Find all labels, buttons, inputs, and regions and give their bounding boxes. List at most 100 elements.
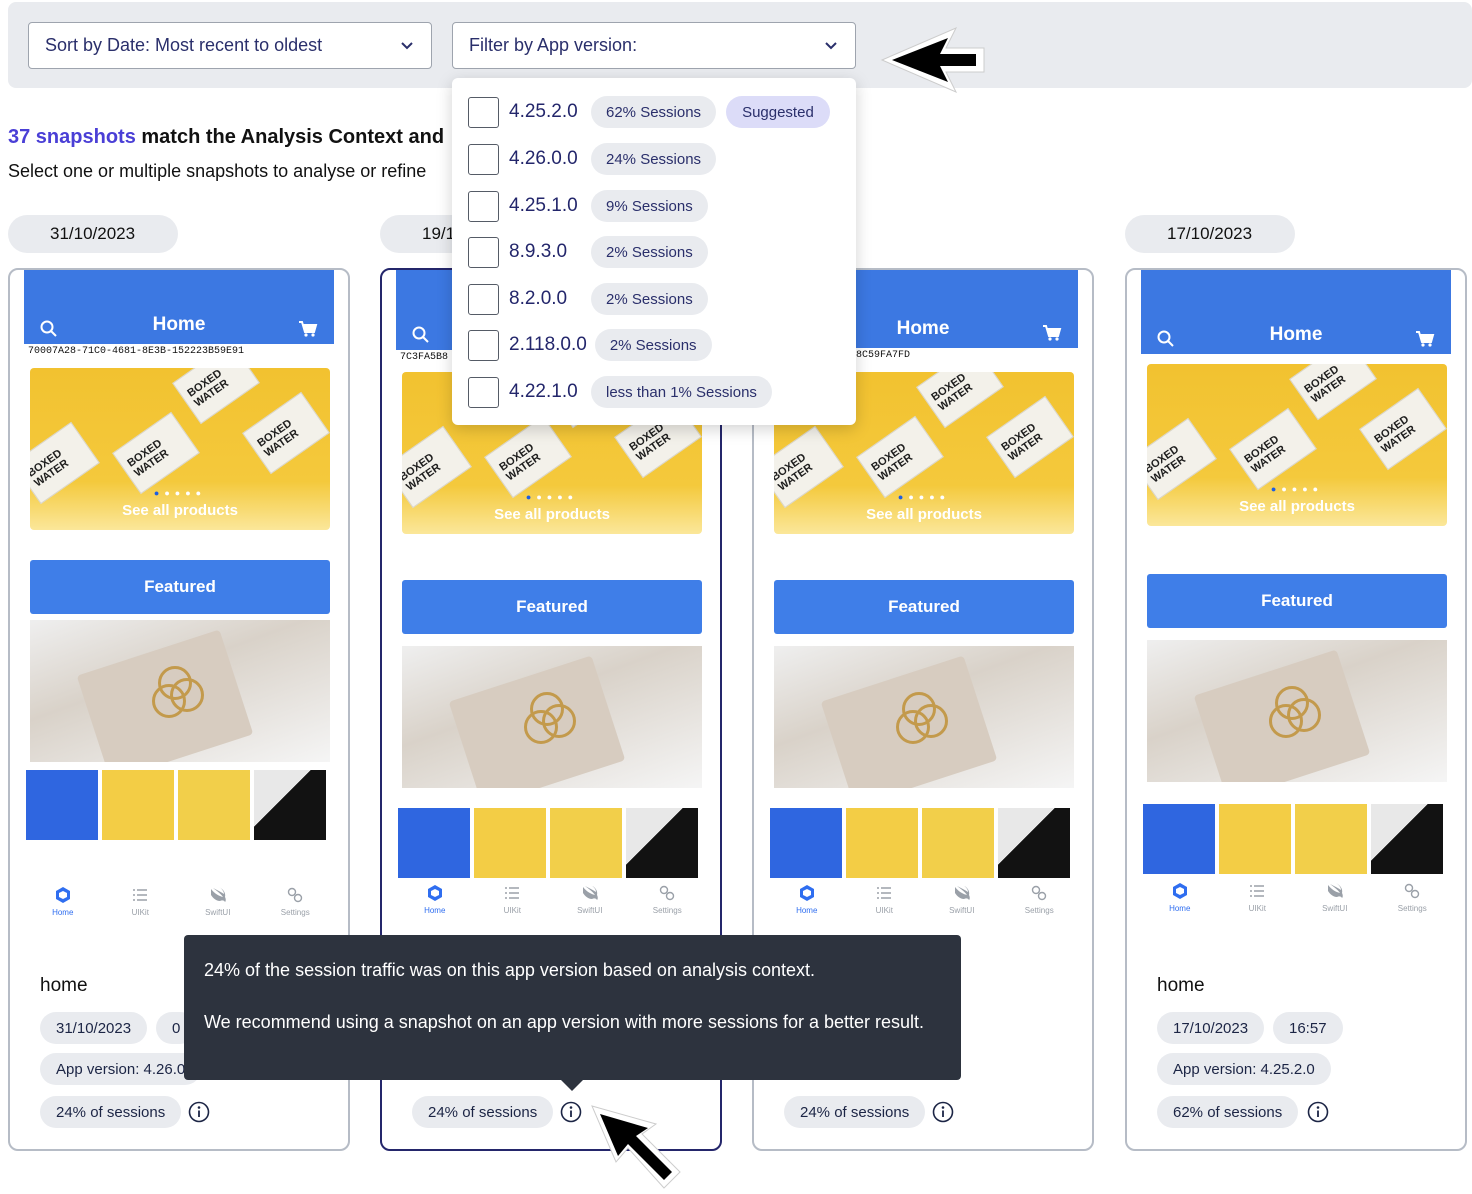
settings-gear-icon (660, 885, 675, 901)
uikit-tab-icon (877, 887, 892, 899)
option-sessions-badge: 24% Sessions (591, 143, 717, 175)
option-checkbox[interactable] (468, 96, 499, 128)
product-thumbnails (26, 770, 336, 840)
swiftui-tab-icon (954, 885, 970, 900)
app-version-option[interactable]: 2.118.0.0 2% Sessions (468, 329, 712, 361)
product-thumbnail (922, 808, 994, 878)
see-all-products-link[interactable]: See all products (774, 506, 1074, 523)
product-thumbnail (1143, 804, 1215, 874)
carton-label: BOXED WATER (929, 372, 975, 414)
option-sessions-badge: less than 1% Sessions (591, 376, 772, 408)
app-tab-label: Home (424, 906, 446, 915)
option-checkbox[interactable] (468, 329, 499, 361)
snapshot-card[interactable]: Home BOXED WATER BOXED WATER BOXED WATER BOX… (1125, 268, 1467, 1151)
app-header: Home (24, 270, 334, 344)
product-thumbnail (178, 770, 250, 840)
app-version-option[interactable]: 4.25.1.0 9% Sessions (468, 190, 708, 222)
carousel-dots: ●●●●● (525, 492, 579, 502)
app-version-option[interactable]: 8.9.3.0 2% Sessions (468, 236, 708, 268)
option-checkbox[interactable] (468, 143, 499, 175)
option-checkbox[interactable] (468, 190, 499, 222)
chevron-down-icon (401, 42, 413, 50)
app-tab-settings: Settings (629, 880, 707, 940)
app-version-option[interactable]: 4.26.0.0 24% Sessions (468, 143, 717, 175)
option-checkbox[interactable] (468, 236, 499, 268)
featured-banner: Featured (402, 580, 702, 634)
app-tab-label: SwiftUI (949, 906, 975, 915)
product-thumbnails (398, 808, 708, 878)
product-carton: BOXED WATER (916, 372, 1004, 429)
app-version-option[interactable]: 4.25.2.0 62% Sessions Suggested (468, 96, 830, 128)
tab-icon-wrap (102, 882, 180, 908)
option-version: 4.26.0.0 (509, 148, 578, 169)
app-header-title: Home (1269, 324, 1323, 345)
tab-icon-wrap (1219, 878, 1297, 904)
uikit-tab-icon (505, 887, 520, 899)
option-sessions-badge: 2% Sessions (591, 283, 708, 315)
app-version-option[interactable]: 8.2.0.0 2% Sessions (468, 283, 708, 315)
option-sessions-badge: 2% Sessions (591, 236, 708, 268)
app-tab-label: Settings (280, 908, 310, 917)
tooltip-line-2: We recommend using a snapshot on an app … (204, 1012, 925, 1032)
option-version: 4.22.1.0 (509, 381, 578, 402)
product-thumbnail (550, 808, 622, 878)
search-icon (40, 320, 57, 337)
ring-shape (896, 710, 930, 744)
see-all-products-link[interactable]: See all products (30, 502, 330, 519)
tab-icon-wrap (846, 880, 924, 906)
product-carton: BOXED WATER (242, 391, 330, 475)
app-tab-label: SwiftUI (577, 906, 603, 915)
sort-select[interactable]: Sort by Date: Most recent to oldest (28, 22, 432, 69)
carton-label: BOXED WATER (402, 451, 443, 494)
product-carton: BOXED WATER (112, 411, 200, 495)
product-thumbnails (770, 808, 1080, 878)
search-icon (412, 326, 429, 343)
filter-app-version-select[interactable]: Filter by App version: (452, 22, 856, 69)
info-icon[interactable] (932, 1101, 954, 1123)
tab-icon-wrap (923, 880, 1001, 906)
app-tab-uikit: UIKit (474, 880, 552, 940)
see-all-products-link[interactable]: See all products (402, 506, 702, 523)
ring-shape (524, 710, 558, 744)
settings-gear-icon (1405, 883, 1420, 899)
tooltip-line-1: 24% of the session traffic was on this a… (204, 960, 816, 980)
app-tab-home: Home (768, 880, 846, 940)
app-tab-home: Home (1141, 878, 1219, 938)
carton-label: BOXED WATER (30, 447, 71, 490)
home-tab-icon (799, 885, 814, 901)
option-version: 8.2.0.0 (509, 288, 568, 309)
see-all-products-link[interactable]: See all products (1147, 498, 1447, 515)
product-carton: BOXED WATER (484, 415, 572, 499)
carton-label: BOXED WATER (1302, 364, 1348, 406)
sort-select-label: Sort by Date: Most recent to oldest (45, 35, 323, 55)
app-tab-settings: Settings (1001, 880, 1079, 940)
app-version-option[interactable]: 4.22.1.0 less than 1% Sessions (468, 376, 772, 408)
sessions-chip: 24% of sessions (40, 1096, 182, 1128)
info-icon[interactable] (188, 1101, 210, 1123)
app-tab-label: SwiftUI (1322, 904, 1348, 913)
snapshot-count-heading: 37 snapshots match the Analysis Context … (8, 126, 444, 149)
product-thumbnail (254, 770, 326, 840)
chevron-down-icon (825, 42, 837, 50)
option-sessions-badge: 2% Sessions (594, 329, 712, 361)
app-tab-bar: Home UIKit SwiftUI Settings (396, 880, 706, 940)
info-icon[interactable] (1307, 1101, 1329, 1123)
settings-gear-icon (1032, 885, 1047, 901)
product-thumbnail (998, 808, 1070, 878)
cart-icon (299, 321, 318, 337)
info-icon[interactable] (560, 1101, 582, 1123)
settings-gear-icon (288, 887, 303, 903)
featured-banner: Featured (1147, 574, 1447, 628)
product-thumbnail (770, 808, 842, 878)
carton-label: BOXED WATER (185, 368, 231, 410)
app-tab-swiftui: SwiftUI (1296, 878, 1374, 938)
option-checkbox[interactable] (468, 376, 499, 408)
app-version-chip: App version: 4.25.2.0 (1157, 1053, 1331, 1085)
sessions-chip: 24% of sessions (784, 1096, 926, 1128)
snapshot-instructions: Select one or multiple snapshots to anal… (8, 161, 427, 181)
app-tab-label: Home (796, 906, 818, 915)
app-tab-swiftui: SwiftUI (179, 882, 257, 942)
home-tab-icon (1172, 883, 1187, 899)
option-checkbox[interactable] (468, 283, 499, 315)
sessions-chip: 24% of sessions (412, 1096, 554, 1128)
